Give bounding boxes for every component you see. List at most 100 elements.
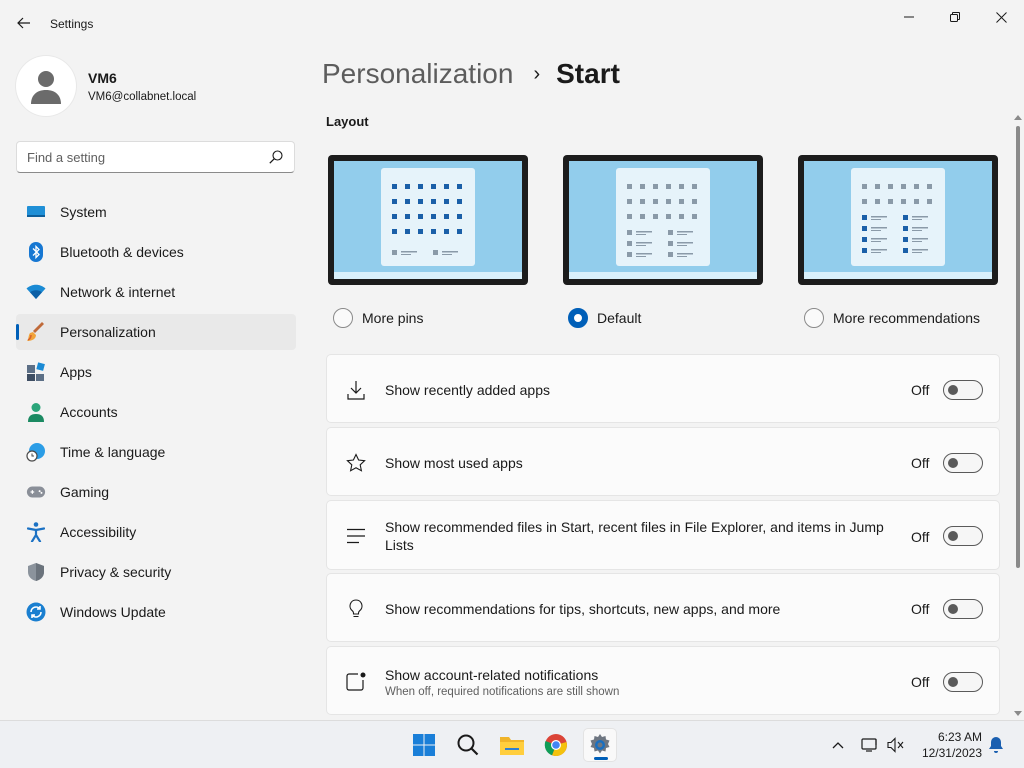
breadcrumb: Personalization › Start	[322, 58, 620, 90]
active-app-indicator	[594, 757, 608, 760]
minimize-icon	[904, 16, 914, 18]
arrow-left-icon	[17, 17, 30, 29]
close-icon	[995, 11, 1007, 23]
radio-more-pins[interactable]: More pins	[333, 308, 423, 328]
settings-icon	[590, 734, 610, 754]
setting-label: Show recommendations for tips, shortcuts…	[385, 601, 781, 617]
back-button[interactable]	[10, 9, 38, 37]
bluetooth-icon	[26, 242, 46, 262]
paintbrush-icon	[26, 322, 46, 342]
lightbulb-icon	[345, 598, 367, 620]
radio-label: More recommendations	[833, 310, 981, 326]
file-explorer-button[interactable]	[496, 729, 528, 761]
system-clock[interactable]: 6:23 AM 12/31/2023	[910, 729, 982, 761]
start-icon	[413, 734, 435, 756]
radio-button[interactable]	[333, 308, 353, 328]
shield-icon	[26, 562, 46, 582]
layout-preview-more-pins[interactable]	[328, 155, 528, 285]
sidebar-item-windows-update[interactable]: Windows Update	[16, 594, 296, 630]
sidebar-item-privacy[interactable]: Privacy & security	[16, 554, 296, 590]
avatar	[16, 56, 76, 116]
sidebar-item-apps[interactable]: Apps	[16, 354, 296, 390]
bell-icon[interactable]	[986, 735, 1006, 755]
radio-more-recommendations[interactable]: More recommendations	[804, 308, 980, 328]
sidebar-item-personalization[interactable]: Personalization	[16, 314, 296, 350]
start-menu-preview	[851, 168, 945, 266]
toggle-switch[interactable]	[943, 380, 983, 400]
toggle-switch[interactable]	[943, 672, 983, 692]
app-title: Settings	[50, 17, 94, 31]
user-profile[interactable]: VM6 VM6@collabnet.local	[16, 56, 196, 116]
minimize-button[interactable]	[886, 4, 932, 30]
sidebar-item-label: Privacy & security	[60, 564, 172, 580]
close-button[interactable]	[978, 4, 1024, 30]
chrome-button[interactable]	[540, 729, 572, 761]
setting-label: Show recommended files in Start, recent …	[385, 519, 884, 553]
profile-email: VM6@collabnet.local	[88, 90, 197, 103]
search-input[interactable]	[17, 142, 247, 172]
preview-taskbar	[569, 272, 757, 279]
preview-screen	[334, 161, 522, 279]
sidebar-item-label: Gaming	[60, 484, 110, 500]
apps-icon	[26, 362, 46, 382]
scroll-up-icon[interactable]	[1014, 114, 1022, 122]
sidebar-nav: System Bluetooth & devices Network & int…	[16, 194, 296, 634]
sidebar-item-system[interactable]: System	[16, 194, 296, 230]
clock-date: 12/31/2023	[921, 746, 982, 760]
sidebar-item-label: Bluetooth & devices	[60, 244, 184, 260]
breadcrumb-parent[interactable]: Personalization	[322, 58, 513, 90]
preview-taskbar	[804, 272, 992, 279]
accessibility-icon	[26, 522, 46, 542]
chevron-up-icon[interactable]	[828, 735, 848, 755]
person-icon	[31, 71, 61, 104]
person-icon	[26, 402, 46, 422]
setting-recommended-files: Show recommended files in Start, recent …	[326, 500, 1000, 570]
scrollbar-thumb[interactable]	[1016, 126, 1020, 568]
radio-label: More pins	[362, 310, 424, 326]
taskbar-search-button[interactable]	[452, 729, 484, 761]
toggle-state-label: Off	[911, 674, 930, 690]
globe-clock-icon	[26, 442, 46, 462]
network-icon[interactable]	[860, 735, 880, 755]
scroll-down-icon[interactable]	[1014, 709, 1022, 717]
search-box[interactable]	[16, 141, 295, 173]
sidebar-item-accessibility[interactable]: Accessibility	[16, 514, 296, 550]
maximize-button[interactable]	[932, 4, 978, 30]
breadcrumb-separator: ›	[533, 62, 541, 85]
sidebar-item-label: Apps	[60, 364, 92, 380]
restore-icon	[950, 12, 960, 22]
setting-description: When off, required notifications are sti…	[385, 686, 620, 698]
layout-preview-more-recommendations[interactable]	[798, 155, 998, 285]
monitor-icon	[26, 202, 46, 222]
scrollbar[interactable]	[1013, 112, 1023, 719]
radio-button[interactable]	[804, 308, 824, 328]
sidebar-item-time-language[interactable]: Time & language	[16, 434, 296, 470]
setting-most-used-apps: Show most used apps Off	[326, 427, 1000, 496]
toggle-knob	[948, 385, 958, 395]
sidebar-item-network[interactable]: Network & internet	[16, 274, 296, 310]
volume-muted-icon[interactable]	[886, 735, 906, 755]
taskbar	[0, 720, 1024, 768]
toggle-switch[interactable]	[943, 453, 983, 473]
update-icon	[26, 602, 46, 622]
setting-label: Show account-related notifications	[385, 667, 599, 683]
sidebar-item-bluetooth[interactable]: Bluetooth & devices	[16, 234, 296, 270]
preview-taskbar	[334, 272, 522, 279]
toggle-switch[interactable]	[943, 526, 983, 546]
sidebar-item-gaming[interactable]: Gaming	[16, 474, 296, 510]
sidebar-item-label: Accessibility	[60, 524, 137, 540]
layout-preview-default[interactable]	[563, 155, 763, 285]
start-menu-preview	[381, 168, 475, 266]
start-button[interactable]	[408, 729, 440, 761]
toggle-switch[interactable]	[943, 599, 983, 619]
radio-button-selected[interactable]	[568, 308, 588, 328]
sidebar-item-accounts[interactable]: Accounts	[16, 394, 296, 430]
page-title: Start	[556, 58, 620, 89]
profile-name: VM6	[88, 69, 117, 86]
section-title-layout: Layout	[326, 114, 369, 129]
preview-screen	[804, 161, 992, 279]
toggle-knob	[948, 677, 958, 687]
toggle-knob	[948, 531, 958, 541]
sidebar-item-label: Accounts	[60, 404, 118, 420]
radio-default[interactable]: Default	[568, 308, 641, 328]
